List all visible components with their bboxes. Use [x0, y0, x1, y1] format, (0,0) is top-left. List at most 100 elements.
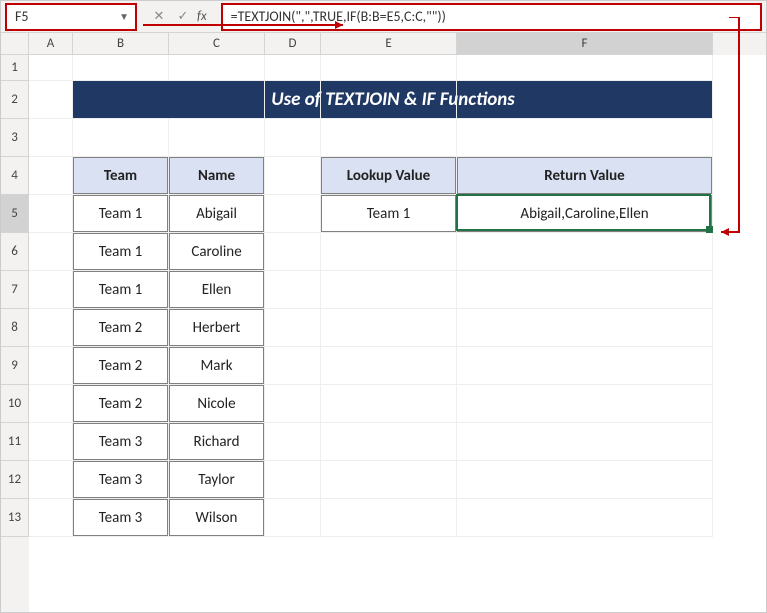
cell-D5[interactable]	[265, 195, 321, 233]
row-header-12[interactable]: 12	[1, 461, 29, 499]
cell-D13[interactable]	[265, 499, 321, 537]
cell-F12[interactable]	[457, 461, 713, 499]
cell-C11[interactable]: Richard	[169, 423, 265, 461]
cell-B11[interactable]: Team 3	[73, 423, 169, 461]
cell-F7[interactable]	[457, 271, 713, 309]
cell-B4[interactable]: Team	[73, 157, 169, 195]
fx-icon[interactable]: fx	[197, 9, 207, 24]
cell-C13[interactable]: Wilson	[169, 499, 265, 537]
grid[interactable]: Use of TEXTJOIN & IF Functions TeamName Lo…	[29, 55, 766, 612]
cell-F6[interactable]	[457, 233, 713, 271]
cell-A1[interactable]	[29, 55, 73, 81]
row-header-6[interactable]: 6	[1, 233, 29, 271]
cell-B1[interactable]	[73, 55, 169, 81]
cell-B8[interactable]: Team 2	[73, 309, 169, 347]
cell-C1[interactable]	[169, 55, 265, 81]
cell-B7[interactable]: Team 1	[73, 271, 169, 309]
cell-C10[interactable]: Nicole	[169, 385, 265, 423]
cell-F5[interactable]: Abigail,Caroline,Ellen	[457, 195, 713, 233]
cell-A8[interactable]	[29, 309, 73, 347]
row-header-13[interactable]: 13	[1, 499, 29, 537]
cell-F3[interactable]	[457, 119, 713, 157]
cell-C4[interactable]: Name	[169, 157, 265, 195]
col-header-B[interactable]: B	[73, 33, 169, 55]
cell-A2[interactable]	[29, 81, 73, 119]
cell-D8[interactable]	[265, 309, 321, 347]
row-header-9[interactable]: 9	[1, 347, 29, 385]
cell-D7[interactable]	[265, 271, 321, 309]
cell-C9[interactable]: Mark	[169, 347, 265, 385]
cell-E5[interactable]: Team 1	[321, 195, 457, 233]
cancel-icon[interactable]: ✕	[149, 7, 169, 27]
cell-D10[interactable]	[265, 385, 321, 423]
row-header-2[interactable]: 2	[1, 81, 29, 119]
row-header-10[interactable]: 10	[1, 385, 29, 423]
cell-F1[interactable]	[457, 55, 713, 81]
cell-E11[interactable]	[321, 423, 457, 461]
cell-D1[interactable]	[265, 55, 321, 81]
col-header-C[interactable]: C	[169, 33, 265, 55]
cell-E3[interactable]	[321, 119, 457, 157]
cell-C7[interactable]: Ellen	[169, 271, 265, 309]
cell-D4[interactable]	[265, 157, 321, 195]
col-header-F[interactable]: F	[457, 33, 713, 55]
formula-input[interactable]: =TEXTJOIN(",",TRUE,IF(B:B=E5,C:C,""))	[221, 3, 762, 31]
enter-icon[interactable]: ✓	[173, 7, 193, 27]
cell-B3[interactable]	[73, 119, 169, 157]
cell-A4[interactable]	[29, 157, 73, 195]
cell-B12[interactable]: Team 3	[73, 461, 169, 499]
cell-B5[interactable]: Team 1	[73, 195, 169, 233]
cell-A9[interactable]	[29, 347, 73, 385]
cell-B2[interactable]: Use of TEXTJOIN & IF Functions	[73, 81, 169, 119]
cell-E4[interactable]: Lookup Value	[321, 157, 457, 195]
cell-A7[interactable]	[29, 271, 73, 309]
cell-A3[interactable]	[29, 119, 73, 157]
cell-D12[interactable]	[265, 461, 321, 499]
cell-A13[interactable]	[29, 499, 73, 537]
cell-F11[interactable]	[457, 423, 713, 461]
cell-C6[interactable]: Caroline	[169, 233, 265, 271]
cell-F13[interactable]	[457, 499, 713, 537]
cell-E9[interactable]	[321, 347, 457, 385]
cell-E1[interactable]	[321, 55, 457, 81]
cell-D6[interactable]	[265, 233, 321, 271]
name-box-dropdown-icon[interactable]: ▼	[119, 10, 129, 23]
cell-E6[interactable]	[321, 233, 457, 271]
row-header-7[interactable]: 7	[1, 271, 29, 309]
cell-A6[interactable]	[29, 233, 73, 271]
cell-C2[interactable]	[169, 81, 265, 119]
cell-F9[interactable]	[457, 347, 713, 385]
row-header-5[interactable]: 5	[1, 195, 29, 233]
cell-E7[interactable]	[321, 271, 457, 309]
cell-A5[interactable]	[29, 195, 73, 233]
cell-C3[interactable]	[169, 119, 265, 157]
row-header-3[interactable]: 3	[1, 119, 29, 157]
cell-B13[interactable]: Team 3	[73, 499, 169, 537]
cell-C8[interactable]: Herbert	[169, 309, 265, 347]
cell-D2[interactable]	[265, 81, 321, 119]
cell-C5[interactable]: Abigail	[169, 195, 265, 233]
cell-F2[interactable]	[457, 81, 713, 119]
col-header-D[interactable]: D	[265, 33, 321, 55]
cell-F8[interactable]	[457, 309, 713, 347]
row-header-4[interactable]: 4	[1, 157, 29, 195]
cell-E12[interactable]	[321, 461, 457, 499]
cell-A10[interactable]	[29, 385, 73, 423]
cell-A11[interactable]	[29, 423, 73, 461]
cell-E13[interactable]	[321, 499, 457, 537]
cell-D9[interactable]	[265, 347, 321, 385]
cell-B6[interactable]: Team 1	[73, 233, 169, 271]
col-header-E[interactable]: E	[321, 33, 457, 55]
cell-D11[interactable]	[265, 423, 321, 461]
name-box[interactable]: F5 ▼	[5, 3, 137, 31]
row-header-8[interactable]: 8	[1, 309, 29, 347]
cell-D3[interactable]	[265, 119, 321, 157]
row-header-11[interactable]: 11	[1, 423, 29, 461]
cell-A12[interactable]	[29, 461, 73, 499]
cell-C12[interactable]: Taylor	[169, 461, 265, 499]
cell-F4[interactable]: Return Value	[457, 157, 713, 195]
cell-E10[interactable]	[321, 385, 457, 423]
cell-B9[interactable]: Team 2	[73, 347, 169, 385]
cell-E2[interactable]	[321, 81, 457, 119]
select-all-corner[interactable]	[1, 33, 29, 55]
